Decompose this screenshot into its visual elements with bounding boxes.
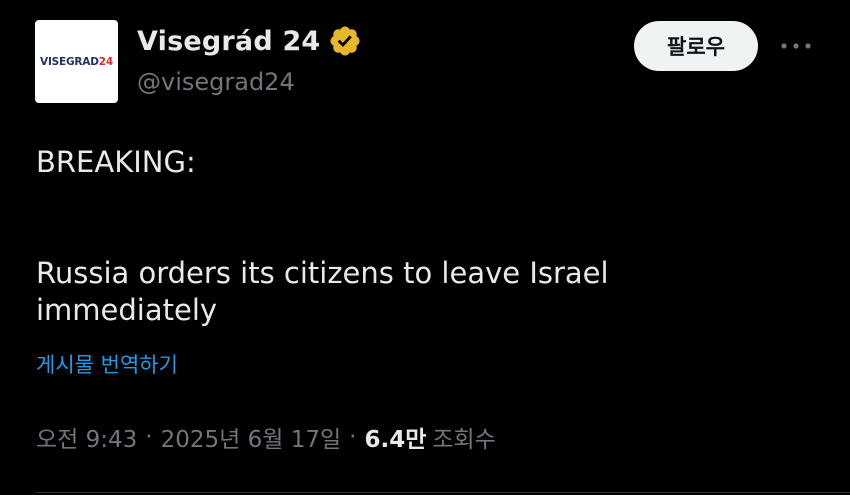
more-horizontal-icon bbox=[781, 43, 811, 49]
follow-button[interactable]: 팔로우 bbox=[634, 21, 758, 71]
tweet-text: BREAKING: Russia orders its citizens to … bbox=[36, 144, 826, 329]
translate-post-link[interactable]: 게시물 번역하기 bbox=[36, 349, 178, 379]
avatar[interactable]: VISEGRAD24 bbox=[35, 20, 118, 103]
meta-separator: · bbox=[349, 424, 357, 450]
more-button[interactable] bbox=[776, 30, 816, 62]
tweet-meta: 오전 9:43 · 2025년 6월 17일 · 6.4만 조회수 bbox=[36, 420, 496, 454]
divider bbox=[36, 492, 850, 493]
views-label[interactable]: 조회수 bbox=[432, 420, 495, 454]
tweet-time[interactable]: 오전 9:43 bbox=[36, 420, 137, 454]
meta-separator: · bbox=[145, 424, 153, 450]
handle[interactable]: @visegrad24 bbox=[137, 68, 295, 96]
tweet-line-headline-end: immediately bbox=[36, 293, 218, 327]
views-count[interactable]: 6.4만 bbox=[364, 420, 426, 454]
verified-badge-icon[interactable] bbox=[328, 24, 362, 58]
avatar-logo: VISEGRAD24 bbox=[40, 55, 113, 68]
tweet-date[interactable]: 2025년 6월 17일 bbox=[161, 420, 342, 454]
display-name-text[interactable]: Visegrád 24 bbox=[137, 26, 320, 57]
tweet-line-breaking: BREAKING: bbox=[36, 145, 196, 179]
tweet-line-headline: Russia orders its citizens to leave Isra… bbox=[36, 256, 609, 290]
display-name[interactable]: Visegrád 24 bbox=[137, 22, 362, 60]
